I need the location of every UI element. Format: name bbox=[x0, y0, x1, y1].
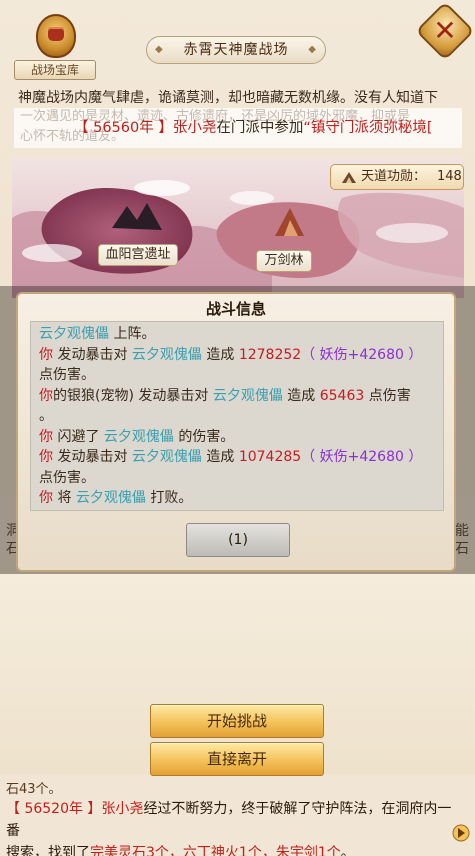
news-mid-text: 在门派中参加 bbox=[216, 120, 304, 136]
news-year: 【 56560年 】 bbox=[74, 120, 173, 136]
battle-log-segment: 的银狼(宠物) 发动暴击对 bbox=[53, 387, 213, 404]
treasury-chest-icon bbox=[36, 14, 76, 58]
tiandao-label: 天道功勋： bbox=[361, 169, 427, 184]
event-log-text-2a: 搜索，找到了 bbox=[6, 845, 90, 856]
battle-log-segment: 点伤害。 bbox=[39, 367, 95, 383]
battle-log: 云夕观傀儡 上阵。你 发动暴击对 云夕观傀儡 造成 1278252（ 妖伤+42… bbox=[30, 321, 444, 511]
battlefield-screen: 战场宝库 赤霄天神魔战场 ✕ 神魔战场内魔气肆虐，诡谲莫测，却也暗藏无数机缘。没… bbox=[0, 0, 475, 856]
battle-log-segment: 1074285 bbox=[238, 449, 302, 465]
battlefield-treasury-button[interactable]: 战场宝库 bbox=[14, 14, 96, 80]
place-xueyang-ruins[interactable]: 血阳宫遗址 bbox=[98, 244, 178, 266]
battle-log-segment: （ 妖伤+42680 ） bbox=[301, 449, 423, 465]
event-log-player-name: 张小尧 bbox=[101, 801, 144, 817]
header: 战场宝库 赤霄天神魔战场 ✕ bbox=[0, 0, 475, 82]
news-player-name: 张小尧 bbox=[172, 120, 217, 136]
battle-log-segment: 你 bbox=[39, 428, 53, 445]
merit-icon bbox=[342, 172, 356, 183]
expand-log-arrow-icon[interactable] bbox=[452, 824, 470, 842]
battle-log-segment: 闪避了 bbox=[53, 428, 104, 445]
battle-log-segment: 发动暴击对 bbox=[53, 346, 132, 363]
battle-log-line: 你 将 云夕观傀儡 打败。 bbox=[39, 488, 435, 509]
battle-info-title: 战斗信息 bbox=[205, 300, 266, 318]
battle-log-segment: 造成 bbox=[282, 387, 320, 404]
battle-log-segment: 云夕观傀儡 bbox=[39, 326, 109, 342]
page-title: 赤霄天神魔战场 bbox=[146, 36, 326, 64]
event-log-previous-tail: 石43个。 bbox=[6, 782, 62, 797]
battle-log-segment: 云夕观傀儡 bbox=[212, 387, 283, 404]
event-log-line-1: 【 56520年 】张小尧经过不断努力，终于破解了守护阵法，在洞府内一番 bbox=[6, 798, 452, 842]
battle-log-segment: 造成 bbox=[201, 346, 239, 363]
battle-log-segment: 云夕观傀儡 bbox=[75, 490, 146, 506]
leave-directly-button[interactable]: 直接离开 bbox=[150, 742, 324, 776]
news-line: 【 56560年 】张小尧在门派中参加“镇守门派须弥秘境[ bbox=[74, 118, 433, 138]
battle-dialog-confirm-button[interactable]: (1) bbox=[186, 523, 290, 557]
battle-log-line: 你 发动暴击对 云夕观傀儡 造成 1278252（ 妖伤+42680 ） bbox=[39, 345, 435, 366]
start-challenge-button[interactable]: 开始挑战 bbox=[150, 704, 324, 738]
battle-log-segment: 打败。 bbox=[145, 490, 193, 506]
battle-log-line: 你的银狼(宠物) 发动暴击对 云夕观傀儡 造成 65463 点伤害 bbox=[39, 386, 435, 407]
news-ticker: 一次遇见的是灵材、遗迹、古修遗府，还是凶厉的域外邪魔，抑或是 心怀不轨的道友。 … bbox=[14, 108, 462, 148]
battle-log-segment: 。 bbox=[39, 408, 53, 424]
battle-log-segment: 云夕观傀儡 bbox=[131, 346, 202, 363]
battle-log-segment: 你 bbox=[39, 449, 53, 465]
battle-log-line: 点伤害。 bbox=[39, 365, 435, 386]
battle-log-segment: 云夕观傀儡 bbox=[103, 428, 174, 445]
battle-log-line: 你 发动暴击对 云夕观傀儡 造成 1074285（ 妖伤+42680 ） bbox=[39, 447, 435, 468]
description-text: 神魔战场内魔气肆虐，诡谲莫测，却也暗藏无数机缘。没有人知道下 bbox=[18, 90, 438, 106]
tiandao-value: 148 bbox=[437, 169, 462, 184]
close-icon[interactable]: ✕ bbox=[431, 14, 459, 48]
event-log-year: 【 56520年 】 bbox=[6, 801, 102, 817]
event-log-line-2: 搜索，找到了完美灵石3个，六丁神火1个，朱宇剑1个。 bbox=[6, 842, 452, 856]
battle-log-segment: 1278252 bbox=[238, 346, 302, 363]
battle-log-segment: 将 bbox=[53, 490, 76, 506]
event-log: 石43个。 【 56520年 】张小尧经过不断努力，终于破解了守护阵法，在洞府内… bbox=[6, 782, 452, 856]
battle-log-segment: 造成 bbox=[201, 449, 239, 465]
battle-log-segment: 上阵。 bbox=[109, 326, 156, 342]
battle-log-segment: 你 bbox=[39, 387, 53, 404]
battle-log-segment: 点伤害。 bbox=[39, 469, 95, 486]
battle-log-segment: （ 妖伤+42680 ） bbox=[301, 346, 423, 363]
treasury-label: 战场宝库 bbox=[14, 60, 96, 80]
battle-log-segment: 你 bbox=[39, 346, 53, 363]
battle-log-segment: 65463 bbox=[319, 387, 365, 404]
battle-log-segment: 发动暴击对 bbox=[53, 449, 132, 465]
battle-log-segment: 云夕观傀儡 bbox=[131, 449, 202, 465]
battle-log-segment: 点伤害 bbox=[364, 387, 411, 404]
battle-log-segment: 的伤害。 bbox=[173, 428, 235, 445]
battle-log-line: 云夕观傀儡 上阵。 bbox=[39, 324, 435, 345]
battle-log-segment: 你 bbox=[39, 490, 53, 506]
battle-log-line: 点伤害。 bbox=[39, 468, 435, 489]
event-log-text-2b: 。 bbox=[340, 845, 355, 856]
news-event: “镇守门派须弥秘境[ bbox=[303, 120, 433, 136]
battle-log-line: 你 闪避了 云夕观傀儡 的伤害。 bbox=[39, 427, 435, 448]
place-wanjian-forest[interactable]: 万剑林 bbox=[256, 250, 312, 272]
battle-info-dialog: 战斗信息 云夕观傀儡 上阵。你 发动暴击对 云夕观傀儡 造成 1278252（ … bbox=[16, 292, 456, 572]
battle-log-line: 。 bbox=[39, 406, 435, 427]
event-log-items: 完美灵石3个，六丁神火1个，朱宇剑1个 bbox=[90, 845, 341, 856]
tiandao-merit-counter: 天道功勋： 148 bbox=[330, 164, 464, 190]
